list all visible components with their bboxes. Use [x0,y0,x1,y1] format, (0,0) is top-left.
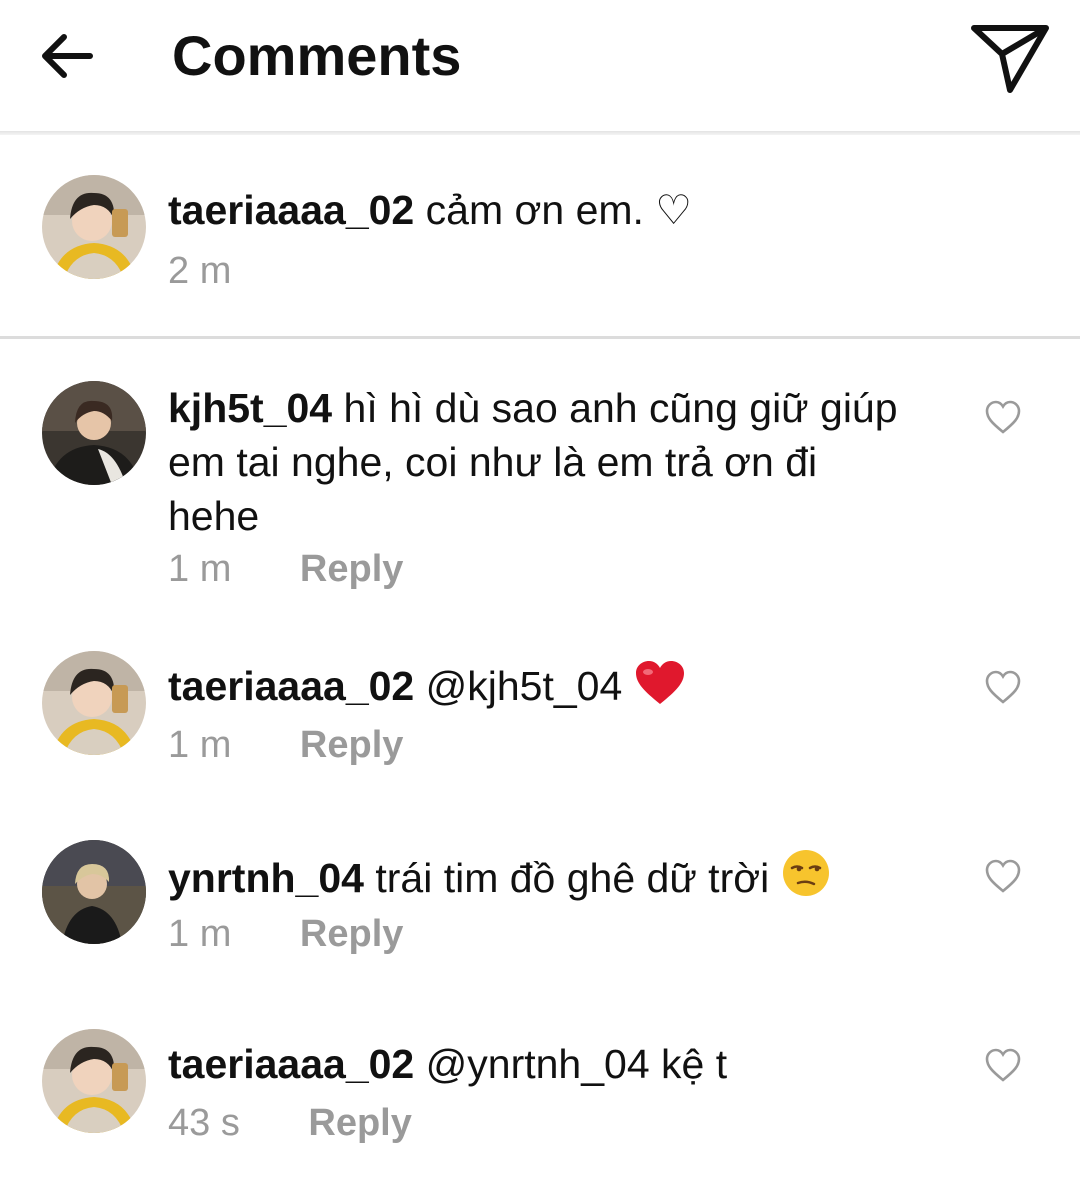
comment-text: cảm ơn em. ♡ [425,187,693,233]
timestamp: 1 m [168,548,232,590]
red-heart-emoji [634,660,686,719]
header-divider [0,131,1080,135]
unamused-face-emoji [781,848,831,911]
comment-text: @ynrtnh_04 kệ t [425,1041,728,1087]
username[interactable]: taeriaaaa_02 [168,1041,414,1087]
timestamp: 43 s [168,1102,240,1144]
avatar[interactable] [42,381,146,485]
caption-divider [0,336,1080,339]
caption-text: taeriaaaa_02 cảm ơn em. ♡ [168,183,908,237]
top-bar: Comments [0,0,1080,132]
heart-outline-icon [985,400,1021,434]
reply-button[interactable]: Reply [308,1100,411,1146]
avatar[interactable] [42,651,146,755]
comment-body: taeriaaaa_02 @kjh5t_04 [168,659,908,719]
comment-body: kjh5t_04 hì hì dù sao anh cũng giữ giúp … [168,381,908,543]
username[interactable]: taeriaaaa_02 [168,663,414,709]
comment-body: ynrtnh_04 trái tim đồ ghê dữ trời [168,848,908,911]
like-button[interactable] [984,399,1022,435]
comment-body: taeriaaaa_02 @ynrtnh_04 kệ t [168,1037,908,1091]
comment-meta: 1 m Reply [168,546,403,592]
reply-button[interactable]: Reply [300,911,403,957]
arrow-left-icon [42,34,93,78]
heart-outline-icon [985,859,1021,893]
share-button[interactable] [968,18,1052,98]
username[interactable]: ynrtnh_04 [168,855,364,901]
comment-meta: 1 m Reply [168,911,403,957]
avatar[interactable] [42,840,146,944]
timestamp: 2 m [168,250,232,292]
heart-outline-icon [985,1048,1021,1082]
page-title: Comments [172,24,462,87]
like-button[interactable] [984,1047,1022,1083]
mention-link[interactable]: @kjh5t_04 [426,663,623,709]
paper-plane-icon [971,25,1049,93]
reply-button[interactable]: Reply [300,546,403,592]
timestamp: 1 m [168,913,232,955]
like-button[interactable] [984,669,1022,705]
like-button[interactable] [984,858,1022,894]
avatar[interactable] [42,175,146,279]
avatar[interactable] [42,1029,146,1133]
back-button[interactable] [36,24,100,88]
comment-text: trái tim đồ ghê dữ trời [375,855,770,901]
comment-meta: 43 s Reply [168,1100,412,1146]
timestamp: 1 m [168,724,232,766]
comment-meta: 2 m [168,248,231,294]
username[interactable]: kjh5t_04 [168,385,332,431]
reply-button[interactable]: Reply [300,722,403,768]
heart-outline-icon [985,670,1021,704]
comment-meta: 1 m Reply [168,722,403,768]
username[interactable]: taeriaaaa_02 [168,187,414,233]
